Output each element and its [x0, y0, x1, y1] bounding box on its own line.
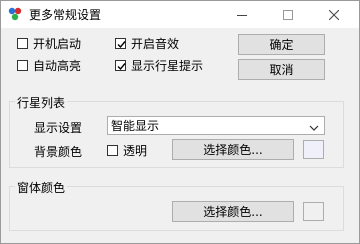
show-star-tip-checkbox-box[interactable]: [115, 59, 126, 71]
auto-highlight-checkbox[interactable]: 自动高亮: [17, 57, 81, 73]
transparent-checkbox[interactable]: 透明: [107, 142, 147, 158]
display-settings-select[interactable]: 智能显示: [107, 116, 325, 135]
auto-highlight-checkbox-box[interactable]: [17, 59, 28, 71]
choose-window-color-button[interactable]: 选择颜色...: [172, 201, 294, 222]
planet-list-group-label: 行星列表: [15, 94, 68, 111]
show-star-tip-label: 显示行星提示: [131, 58, 204, 73]
display-settings-value: 智能显示: [111, 119, 160, 133]
startup-checkbox[interactable]: 开机启动: [17, 35, 81, 51]
bg-color-label: 背景颜色: [34, 145, 83, 159]
dialog-window: 更多常规设置 开机启动 开启音效 自动高亮 显示行星提示 确定 取消 行星列表 …: [0, 0, 360, 244]
minimize-button[interactable]: [219, 1, 265, 28]
sound-checkbox-box[interactable]: [115, 37, 126, 49]
chevron-down-icon: [309, 121, 319, 135]
choose-bg-color-button[interactable]: 选择颜色...: [172, 139, 294, 160]
transparent-checkbox-box[interactable]: [107, 144, 118, 156]
check-icon: [117, 40, 126, 48]
startup-checkbox-box[interactable]: [17, 37, 28, 49]
check-icon: [117, 62, 126, 70]
app-icon: [7, 6, 23, 22]
show-star-tip-checkbox[interactable]: 显示行星提示: [115, 57, 203, 73]
sound-label: 开启音效: [131, 36, 180, 51]
window-color-swatch[interactable]: [303, 202, 324, 221]
cancel-button[interactable]: 取消: [238, 59, 325, 80]
close-button[interactable]: [311, 1, 357, 28]
bg-color-swatch[interactable]: [303, 140, 324, 159]
display-settings-label: 显示设置: [34, 121, 83, 135]
transparent-label: 透明: [123, 143, 148, 158]
auto-highlight-label: 自动高亮: [33, 58, 82, 73]
sound-checkbox[interactable]: 开启音效: [115, 35, 179, 51]
maximize-button[interactable]: [265, 1, 311, 28]
startup-label: 开机启动: [33, 36, 82, 51]
window-color-group-label: 窗体颜色: [15, 179, 68, 196]
window-title: 更多常规设置: [29, 8, 102, 22]
title-bar[interactable]: 更多常规设置: [1, 1, 359, 28]
ok-button[interactable]: 确定: [238, 34, 325, 55]
